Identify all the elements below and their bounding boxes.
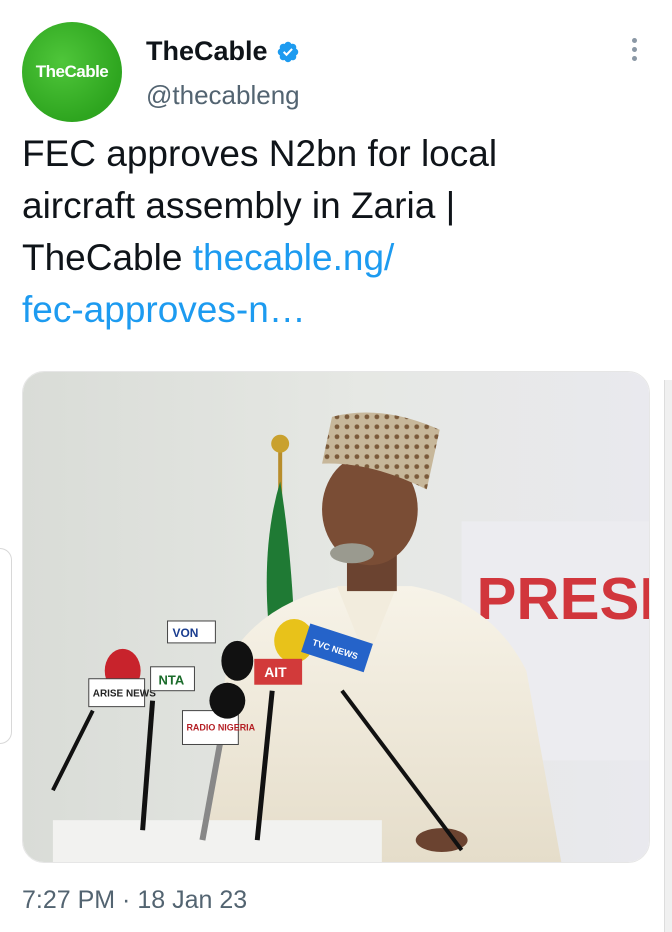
tweet-text: FEC approves N2bn for local aircraft ass… [22,128,642,336]
side-panel-handle[interactable] [0,548,12,744]
article-link-continued[interactable]: fec-approves-n… [22,289,306,330]
tweet-text-line: FEC approves N2bn for local [22,133,498,174]
tweet-text-line: aircraft assembly in Zaria | [22,185,456,226]
author-name-row: TheCable [146,36,300,67]
avatar-logo-text: TheCable [35,62,109,81]
tweet-card: TheCable TheCable @thecableng FEC approv… [0,0,672,932]
tweet-photo[interactable]: PRESI VON ARISE NEWS NTA AIT TVC NEWS RA… [22,371,650,863]
backdrop-text: PRESI [477,565,649,632]
more-options-icon[interactable] [626,38,642,68]
tweet-timestamp[interactable]: 7:27 PM · 18 Jan 23 [22,886,247,915]
svg-text:VON: VON [173,626,199,640]
tweet-text-line: TheCable [22,237,193,278]
svg-text:RADIO NIGERIA: RADIO NIGERIA [186,723,255,733]
author-handle[interactable]: @thecableng [146,80,300,111]
display-name[interactable]: TheCable [146,36,268,67]
svg-text:NTA: NTA [159,673,185,688]
scrollbar[interactable] [664,380,672,932]
avatar[interactable]: TheCable [22,22,122,122]
article-link[interactable]: thecable.ng/ [193,237,395,278]
svg-text:ARISE NEWS: ARISE NEWS [93,689,156,700]
verified-badge-icon [277,41,298,62]
photo-illustration: PRESI VON ARISE NEWS NTA AIT TVC NEWS RA… [23,372,649,862]
svg-text:AIT: AIT [264,664,287,680]
